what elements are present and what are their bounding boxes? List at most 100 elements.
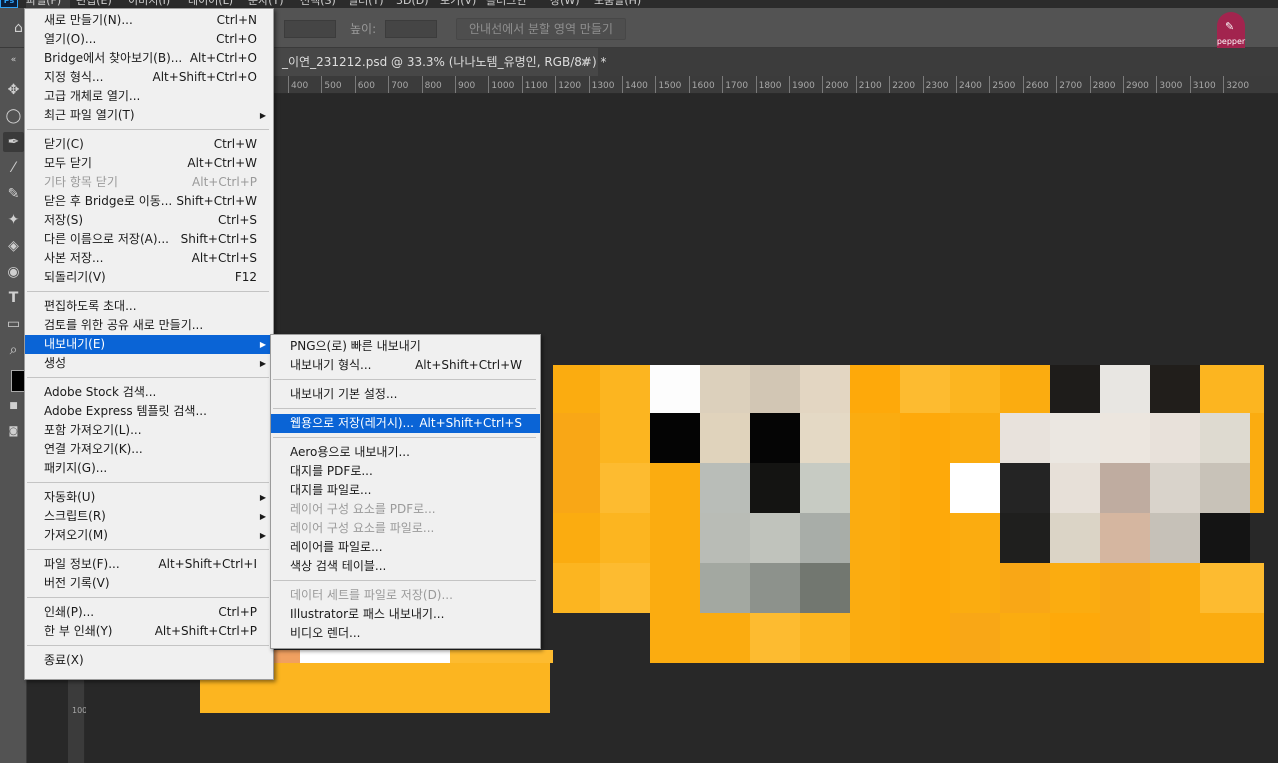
canvas-pixel — [900, 413, 950, 463]
file-menu-item[interactable]: 새로 만들기(N)... Ctrl+N — [25, 11, 273, 30]
export-menu-item[interactable]: 색상 검색 테이블... — [271, 557, 540, 576]
file-menu-item[interactable]: 내보내기(E) ▶ — [25, 335, 273, 354]
canvas-pixel — [900, 613, 950, 663]
file-menu-item[interactable]: 지정 형식... Alt+Shift+Ctrl+O — [25, 68, 273, 87]
swap-colors-icon[interactable]: ■ — [3, 396, 24, 416]
file-menu-item[interactable]: 닫기(C) Ctrl+W — [25, 135, 273, 154]
canvas-pixel — [950, 563, 1000, 613]
canvas-pixel — [750, 613, 800, 663]
slice-tool-icon[interactable]: ✒ — [3, 132, 24, 152]
canvas-pixel — [1100, 613, 1150, 663]
menu-plugins[interactable]: 플러그인 — [486, 0, 526, 8]
brush-tool-icon[interactable]: ✎ — [3, 184, 24, 204]
menu-edit[interactable]: 편집(E) — [76, 0, 112, 8]
menu-help[interactable]: 도움말(H) — [594, 0, 641, 8]
export-menu-item[interactable]: Illustrator로 패스 내보내기... — [271, 605, 540, 624]
type-tool-icon[interactable]: T — [3, 288, 24, 308]
export-menu-item[interactable]: 레이어 구성 요소를 PDF로... — [271, 500, 540, 519]
export-menu-item[interactable]: 웹용으로 저장(레거시)... Alt+Shift+Ctrl+S — [271, 414, 540, 433]
export-menu-item-label: 내보내기 기본 설정... — [290, 387, 398, 401]
width-field[interactable] — [284, 20, 336, 38]
rectangle-tool-icon[interactable]: ▭ — [3, 314, 24, 334]
file-menu-item[interactable]: 한 부 인쇄(Y) Alt+Shift+Ctrl+P — [25, 622, 273, 641]
search-icon[interactable]: ⌕ — [3, 340, 24, 360]
eyedropper-tool-icon[interactable]: ⁄ — [3, 158, 24, 178]
file-menu-item[interactable]: 검토를 위한 공유 새로 만들기... — [25, 316, 273, 335]
slices-from-guides-button[interactable]: 안내선에서 분할 영역 만들기 — [456, 18, 626, 40]
file-menu-item[interactable]: 사본 저장... Alt+Ctrl+S — [25, 249, 273, 268]
menu-layer[interactable]: 레이어(L) — [188, 0, 233, 8]
menu-type[interactable]: 문자(Y) — [248, 0, 284, 8]
menu-filter[interactable]: 필터(T) — [348, 0, 384, 8]
canvas-pixel — [600, 463, 650, 513]
file-menu-item[interactable]: 가져오기(M) ▶ — [25, 526, 273, 545]
export-menu-item[interactable]: 비디오 렌더... — [271, 624, 540, 643]
menu-view[interactable]: 보기(V) — [440, 0, 476, 8]
submenu-arrow-icon: ▶ — [259, 359, 266, 368]
file-menu-item[interactable]: 종료(X) — [25, 651, 273, 670]
file-menu-item-label: Adobe Stock 검색... — [44, 385, 157, 399]
export-menu-item[interactable]: 레이어 구성 요소를 파일로... — [271, 519, 540, 538]
file-menu: 새로 만들기(N)... Ctrl+N 열기(O)... Ctrl+O Bridge에서… — [24, 8, 274, 680]
export-menu-item[interactable]: 내보내기 기본 설정... — [271, 385, 540, 404]
menu-window[interactable]: 창(W) — [550, 0, 580, 8]
export-menu-item[interactable]: Aero용으로 내보내기... — [271, 443, 540, 462]
file-menu-item[interactable]: 되돌리기(V) F12 — [25, 268, 273, 287]
collapse-icon[interactable]: « — [3, 50, 24, 70]
file-menu-item[interactable]: 연결 가져오기(K)... — [25, 440, 273, 459]
export-menu-item[interactable]: 대지를 파일로... — [271, 481, 540, 500]
file-menu-item[interactable]: 닫은 후 Bridge로 이동... Shift+Ctrl+W — [25, 192, 273, 211]
file-menu-item[interactable]: 버전 기록(V) — [25, 574, 273, 593]
document-tab[interactable]: _이연_231212.psd @ 33.3% (나나노템_유명인, RGB/8#… — [272, 48, 606, 76]
canvas-pixel — [600, 365, 650, 415]
paint-bucket-tool-icon[interactable]: ◈ — [3, 236, 24, 256]
file-menu-item[interactable]: 최근 파일 열기(T) ▶ — [25, 106, 273, 125]
file-menu-item[interactable]: 자동화(U) ▶ — [25, 488, 273, 507]
menu-image[interactable]: 이미지(I) — [128, 0, 170, 8]
ruler-tick-label: 1200 — [555, 76, 581, 93]
file-menu-item[interactable]: Adobe Express 템플릿 검색... — [25, 402, 273, 421]
file-menu-item[interactable]: 인쇄(P)... Ctrl+P — [25, 603, 273, 622]
file-menu-item[interactable]: 다른 이름으로 저장(A)... Shift+Ctrl+S — [25, 230, 273, 249]
export-menu-item[interactable]: PNG으(로) 빠른 내보내기 — [271, 337, 540, 356]
height-field[interactable] — [385, 20, 437, 38]
ruler-vertical-label: 1000 — [72, 706, 93, 715]
menu-file[interactable]: 파일(F) — [26, 0, 70, 8]
canvas-pixel — [1000, 513, 1050, 563]
canvas-pixel — [1100, 413, 1150, 463]
canvas-pixel — [650, 463, 700, 513]
close-icon[interactable]: × — [580, 48, 590, 76]
foreground-color-swatch[interactable] — [11, 370, 25, 392]
file-menu-item[interactable]: 저장(S) Ctrl+S — [25, 211, 273, 230]
export-menu-item[interactable]: 데이터 세트를 파일로 저장(D)... — [271, 586, 540, 605]
file-menu-item[interactable]: 기타 항목 닫기 Alt+Ctrl+P — [25, 173, 273, 192]
file-menu-item-label: 가져오기(M) — [44, 528, 108, 542]
move-tool-icon[interactable]: ✥ — [3, 80, 24, 100]
menu-select[interactable]: 선택(S) — [300, 0, 336, 8]
file-menu-item-label: 다른 이름으로 저장(A)... — [44, 232, 169, 246]
file-menu-item[interactable]: 패키지(G)... — [25, 459, 273, 478]
zoom-tool-icon[interactable]: ◉ — [3, 262, 24, 282]
file-menu-item[interactable]: 스크립트(R) ▶ — [25, 507, 273, 526]
lasso-tool-icon[interactable]: ◯ — [3, 106, 24, 126]
file-menu-item-label: 버전 기록(V) — [44, 576, 110, 590]
menu-3d[interactable]: 3D(D) — [396, 0, 429, 8]
file-menu-item[interactable]: 포함 가져오기(L)... — [25, 421, 273, 440]
file-menu-item[interactable]: 파일 정보(F)... Alt+Shift+Ctrl+I — [25, 555, 273, 574]
canvas-pixel — [1200, 365, 1264, 415]
submenu-arrow-icon: ▶ — [259, 531, 266, 540]
canvas-pixel — [1200, 563, 1264, 613]
file-menu-item[interactable]: 편집하도록 초대... — [25, 297, 273, 316]
quick-mask-icon[interactable]: ◙ — [3, 422, 24, 442]
file-menu-item[interactable]: 생성 ▶ — [25, 354, 273, 373]
file-menu-item[interactable]: 고급 개체로 열기... — [25, 87, 273, 106]
file-menu-item[interactable]: Adobe Stock 검색... — [25, 383, 273, 402]
file-menu-item[interactable]: 모두 닫기 Alt+Ctrl+W — [25, 154, 273, 173]
export-menu-item[interactable]: 대지를 PDF로... — [271, 462, 540, 481]
export-menu-item[interactable]: 내보내기 형식... Alt+Shift+Ctrl+W — [271, 356, 540, 375]
file-menu-item[interactable]: Bridge에서 찾아보기(B)... Alt+Ctrl+O — [25, 49, 273, 68]
export-menu-item[interactable]: 레이어를 파일로... — [271, 538, 540, 557]
file-menu-item[interactable]: 열기(O)... Ctrl+O — [25, 30, 273, 49]
stamp-tool-icon[interactable]: ✦ — [3, 210, 24, 230]
ruler-tick-label: 400 — [288, 76, 308, 93]
